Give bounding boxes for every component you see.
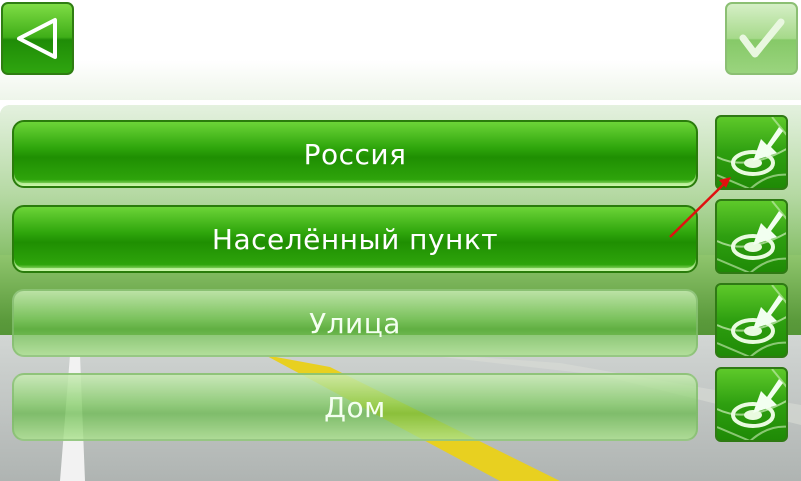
row-label: Населённый пункт	[211, 222, 499, 256]
list-item-street[interactable]: Улица	[12, 289, 698, 357]
row-label: Россия	[303, 137, 407, 171]
row-label: Улица	[309, 306, 401, 340]
map-select-button-house[interactable]	[715, 367, 788, 442]
top-toolbar	[0, 0, 801, 100]
list-item-house[interactable]: Дом	[12, 373, 698, 441]
row-label: Дом	[324, 390, 386, 424]
list-item-settlement[interactable]: Населённый пункт	[12, 205, 698, 273]
back-triangle-icon	[17, 18, 57, 59]
map-select-button-country[interactable]	[715, 115, 788, 190]
map-pin-icon	[717, 369, 786, 440]
checkmark-icon	[739, 18, 785, 58]
map-select-button-street[interactable]	[715, 283, 788, 358]
map-pin-icon	[717, 117, 786, 188]
back-button[interactable]	[1, 2, 74, 75]
map-pin-icon	[717, 285, 786, 356]
confirm-button[interactable]	[725, 2, 798, 75]
list-item-country[interactable]: Россия	[12, 120, 698, 188]
map-select-button-settlement[interactable]	[715, 199, 788, 274]
map-pin-icon	[717, 201, 786, 272]
